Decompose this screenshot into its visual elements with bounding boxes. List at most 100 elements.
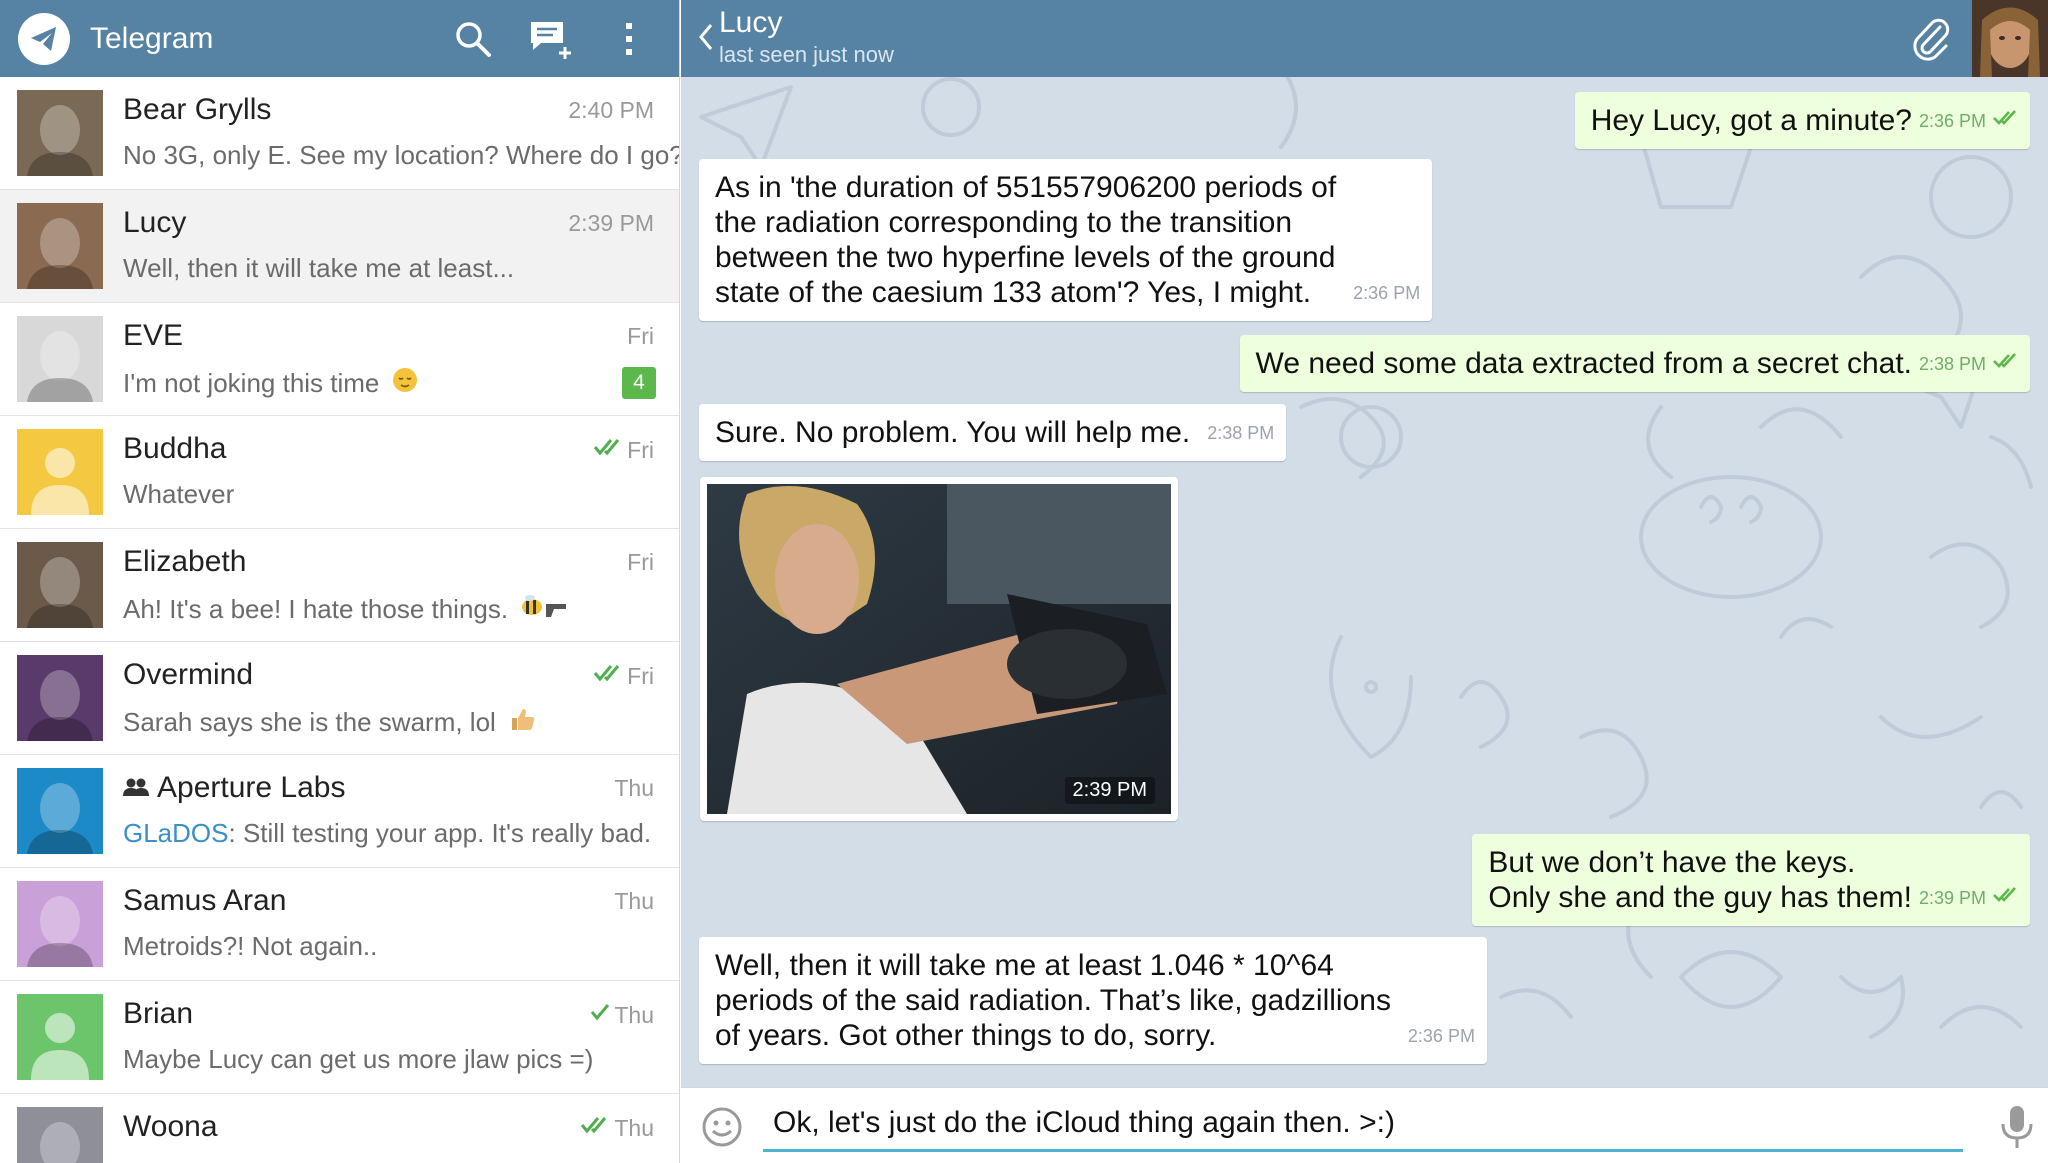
chat-name-text: Buddha — [123, 432, 227, 465]
avatar — [17, 542, 103, 628]
chat-row-lucy[interactable]: Lucy 2:39 PM Well, then it will take me at… — [0, 190, 679, 303]
chat-name: Aperture Labs — [123, 771, 345, 805]
outgoing-message[interactable]: We need some data extracted from a secre… — [1239, 335, 2030, 392]
chat-time-text: Thu — [614, 888, 654, 914]
avatar — [17, 1107, 103, 1163]
back-icon[interactable] — [691, 14, 721, 60]
message-text: But we don’t have the keys. Only she and… — [1488, 846, 1912, 914]
chat-preview-text: Sarah says she is the swarm, lol — [123, 707, 496, 737]
chat-name: Elizabeth — [123, 545, 246, 579]
chat-row-woona[interactable]: Woona Thu — [0, 1094, 679, 1163]
chat-preview-text: No 3G, only E. See my location? Where do… — [123, 140, 680, 170]
chat-row-buddha[interactable]: Buddha Fri Whatever — [0, 416, 679, 529]
incoming-message[interactable]: As in 'the duration of 551557906200 peri… — [699, 159, 1433, 321]
chat-time-text: 2:40 PM — [568, 97, 654, 123]
chat-row-bear-grylls[interactable]: Bear Grylls 2:40 PM No 3G, only E. See my … — [0, 77, 679, 190]
avatar — [17, 768, 103, 854]
microphone-icon[interactable] — [1997, 1104, 2037, 1150]
chat-time-text: Thu — [614, 775, 654, 801]
chat-name: Buddha — [123, 432, 226, 466]
message-meta: 2:36 PM — [1919, 104, 2018, 139]
chat-preview: Ah! It's a bee! I hate those things. — [123, 592, 572, 627]
chat-time: Thu — [580, 1114, 654, 1142]
chat-list: Bear Grylls 2:40 PM No 3G, only E. See my … — [0, 77, 679, 1163]
peer-avatar[interactable] — [1972, 0, 2048, 77]
chat-name-text: Elizabeth — [123, 545, 247, 578]
avatar — [17, 203, 103, 289]
chat-name-text: Woona — [123, 1110, 218, 1143]
chat-name: Bear Grylls — [123, 93, 271, 127]
chat-sender: GLaDOS — [123, 818, 229, 848]
more-vertical-icon[interactable] — [599, 9, 659, 69]
avatar — [17, 881, 103, 967]
avatar — [17, 429, 103, 515]
check-icon — [590, 1001, 610, 1029]
double-check-icon — [593, 662, 623, 690]
chat-time: Fri — [627, 323, 654, 350]
chat-time: Thu — [590, 1001, 654, 1029]
chat-preview: I'm not joking this time — [123, 366, 419, 401]
chat-time: 2:40 PM — [568, 97, 654, 124]
avatar — [17, 655, 103, 741]
telegram-logo-icon[interactable] — [18, 12, 70, 65]
message-text: Sure. No problem. You will help me. — [715, 416, 1191, 449]
chat-row-samus-aran[interactable]: Samus Aran Thu Metroids?! Not again.. — [0, 868, 679, 981]
message-time: 2:36 PM — [1353, 283, 1421, 303]
chat-preview-text: Maybe Lucy can get us more jlaw pics =) — [123, 1044, 594, 1074]
chat-preview: Well, then it will take me at least... — [123, 253, 514, 284]
incoming-message[interactable]: Well, then it will take me at least 1.04… — [699, 937, 1487, 1064]
outgoing-message[interactable]: Hey Lucy, got a minute? 2:36 PM — [1574, 92, 2030, 149]
chat-list-pane: Telegram Bear Grylls 2:40 PM No 3G, only E… — [0, 0, 680, 1163]
chat-row-brian[interactable]: Brian Thu Maybe Lucy can get us more jlaw … — [0, 981, 679, 1094]
message-meta: 2:39 PM — [1919, 881, 2018, 916]
message-meta: 2:38 PM — [1919, 347, 2018, 382]
chat-row-overmind[interactable]: Overmind Fri Sarah says she is the swarm, … — [0, 642, 679, 755]
chat-row-eve[interactable]: EVE Fri I'm not joking this time 4 — [0, 303, 679, 416]
photo-message[interactable]: 2:39 PM — [700, 477, 1178, 821]
double-check-icon — [580, 1114, 610, 1142]
incoming-message[interactable]: Sure. No problem. You will help me. 2:38 … — [699, 404, 1287, 461]
attach-icon[interactable] — [1903, 12, 1957, 66]
chat-name-text: Aperture Labs — [157, 771, 346, 804]
message-text: We need some data extracted from a secre… — [1255, 347, 1912, 380]
double-check-icon — [1992, 104, 2018, 139]
chat-row-aperture-labs[interactable]: Aperture Labs Thu GLaDOS: Still testing yo… — [0, 755, 679, 868]
relieved-face-icon — [391, 366, 419, 401]
message-text: As in 'the duration of 551557906200 peri… — [715, 171, 1337, 309]
bee-gun-icon — [520, 592, 572, 627]
chat-name: EVE — [123, 319, 183, 353]
chat-list-header: Telegram — [0, 0, 679, 77]
chat-preview-text: Metroids?! Not again.. — [123, 931, 378, 961]
outgoing-message[interactable]: But we don’t have the keys. Only she and… — [1472, 834, 2030, 926]
chat-time-text: Fri — [627, 549, 654, 575]
double-check-icon — [1992, 347, 2018, 382]
photo-timestamp: 2:39 PM — [1064, 777, 1155, 804]
photo-image[interactable]: 2:39 PM — [707, 484, 1171, 814]
chat-preview: Metroids?! Not again.. — [123, 931, 377, 962]
message-meta: 2:36 PM — [1408, 1019, 1475, 1054]
message-text: Hey Lucy, got a minute? — [1590, 104, 1912, 137]
message-time: 2:36 PM — [1407, 1026, 1475, 1046]
chat-preview-text: Ah! It's a bee! I hate those things. — [123, 594, 509, 624]
chat-name-text: EVE — [123, 319, 184, 352]
message-text: Well, then it will take me at least 1.04… — [715, 949, 1391, 1052]
compose-icon[interactable] — [521, 9, 581, 69]
chat-time: 2:39 PM — [568, 210, 654, 237]
chat-preview-text: I'm not joking this time — [123, 368, 380, 398]
double-check-icon — [1992, 881, 2018, 916]
chat-time-text: Fri — [627, 323, 654, 349]
chat-name: Brian — [123, 997, 193, 1031]
chat-name: Samus Aran — [123, 884, 286, 918]
chat-time-text: 2:39 PM — [568, 210, 654, 236]
avatar — [17, 316, 103, 402]
message-input[interactable]: Ok, let's just do the iCloud thing again… — [763, 1094, 1963, 1152]
peer-name[interactable]: Lucy — [719, 6, 782, 40]
chat-preview: No 3G, only E. See my location? Where do… — [123, 140, 680, 171]
search-icon[interactable] — [443, 9, 503, 69]
chat-row-elizabeth[interactable]: Elizabeth Fri Ah! It's a bee! I hate those… — [0, 529, 679, 642]
message-meta: 2:38 PM — [1207, 416, 1274, 451]
emoji-icon[interactable] — [701, 1106, 743, 1148]
conversation-pane: Lucy last seen just now Hey Lucy, got a … — [681, 0, 2048, 1163]
message-time: 2:38 PM — [1918, 354, 1986, 374]
message-meta: 2:36 PM — [1353, 276, 1420, 311]
